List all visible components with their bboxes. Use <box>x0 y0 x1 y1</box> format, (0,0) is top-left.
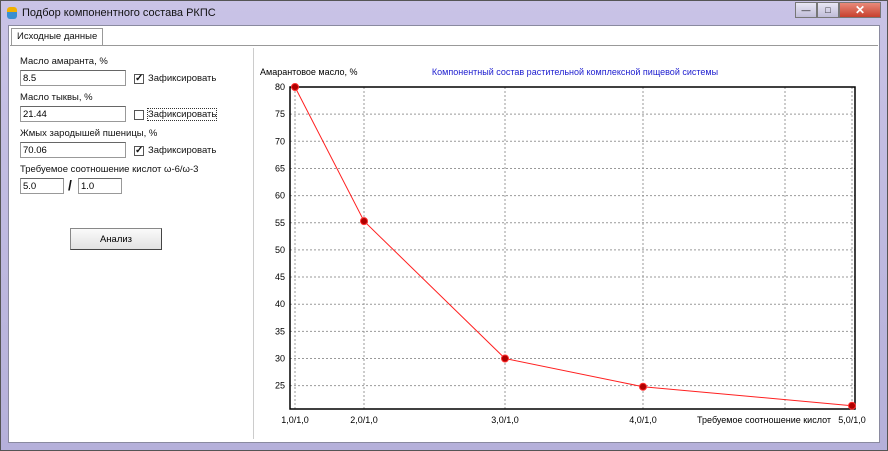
window-title: Подбор компонентного состава РКПС <box>22 7 216 19</box>
pumpkin-fix-checkbox[interactable]: Зафиксировать <box>134 108 218 121</box>
ratio-separator: / <box>68 177 72 193</box>
x-tick-label: 3,0/1,0 <box>491 415 519 425</box>
pumpkin-input[interactable] <box>20 106 126 122</box>
x-tick-label: 4,0/1,0 <box>629 415 657 425</box>
data-point <box>291 83 299 91</box>
y-tick-label: 80 <box>275 82 285 92</box>
data-point <box>639 382 647 391</box>
amaranth-input[interactable] <box>20 70 126 86</box>
plot-frame <box>289 86 856 410</box>
chart: Амарантовое масло, % Компонентный состав … <box>260 67 866 425</box>
app-icon <box>7 7 17 19</box>
close-button[interactable]: ✕ <box>839 2 881 18</box>
data-point <box>501 354 509 363</box>
main-window: Подбор компонентного состава РКПС — □ ✕ … <box>0 0 888 451</box>
ratio-n3-input[interactable] <box>78 178 122 194</box>
y-tick-label: 40 <box>275 299 285 309</box>
y-tick-label: 50 <box>275 245 285 255</box>
amaranth-fix-checkbox[interactable]: ✓ Зафиксировать <box>134 73 216 84</box>
y-tick-label: 70 <box>275 136 285 146</box>
germ-input[interactable] <box>20 142 126 158</box>
tab-source-data[interactable]: Исходные данные <box>11 28 104 45</box>
data-point <box>848 401 856 410</box>
y-tick-label: 65 <box>275 163 285 173</box>
checkbox-unchecked-icon <box>134 109 144 120</box>
x-tick-label: 5,0/1,0 <box>838 415 866 425</box>
analyze-button[interactable]: Анализ <box>70 228 162 250</box>
ratio-n6-input[interactable] <box>20 178 64 194</box>
y-tick-label: 35 <box>275 326 285 336</box>
maximize-button[interactable]: □ <box>817 2 839 18</box>
checkbox-checked-icon: ✓ <box>134 144 144 156</box>
y-tick-label: 75 <box>275 109 285 119</box>
series-line <box>294 86 853 407</box>
minimize-button[interactable]: — <box>795 2 817 18</box>
y-tick-label: 45 <box>275 272 285 282</box>
y-tick-label: 55 <box>275 218 285 228</box>
germ-fix-checkbox[interactable]: ✓ Зафиксировать <box>134 145 216 156</box>
germ-label: Жмых зародышей пшеницы, % <box>20 128 158 139</box>
pumpkin-label: Масло тыквы, % <box>20 92 93 103</box>
x-tick-label: 2,0/1,0 <box>350 415 378 425</box>
x-axis-label: Требуемое соотношение кислот <box>697 415 831 425</box>
y-tick-label: 30 <box>275 354 285 364</box>
y-tick-label: 25 <box>275 381 285 391</box>
checkbox-checked-icon: ✓ <box>134 72 144 84</box>
chart-title: Компонентный состав растительной комплек… <box>432 67 718 77</box>
amaranth-label: Масло амаранта, % <box>20 56 108 67</box>
x-tick-label: 1,0/1,0 <box>281 415 309 425</box>
data-point <box>360 217 368 226</box>
title-bar: Подбор компонентного состава РКПС <box>7 4 216 22</box>
input-panel: Масло амаранта, % ✓Зафиксировать Масло т… <box>12 48 254 439</box>
y-axis-label: Амарантовое масло, % <box>260 67 357 77</box>
y-tick-label: 60 <box>275 191 285 201</box>
chart-panel: Амарантовое масло, % Компонентный состав … <box>255 48 876 439</box>
ratio-label: Требуемое соотношение кислот ω-6/ω-3 <box>20 164 199 175</box>
